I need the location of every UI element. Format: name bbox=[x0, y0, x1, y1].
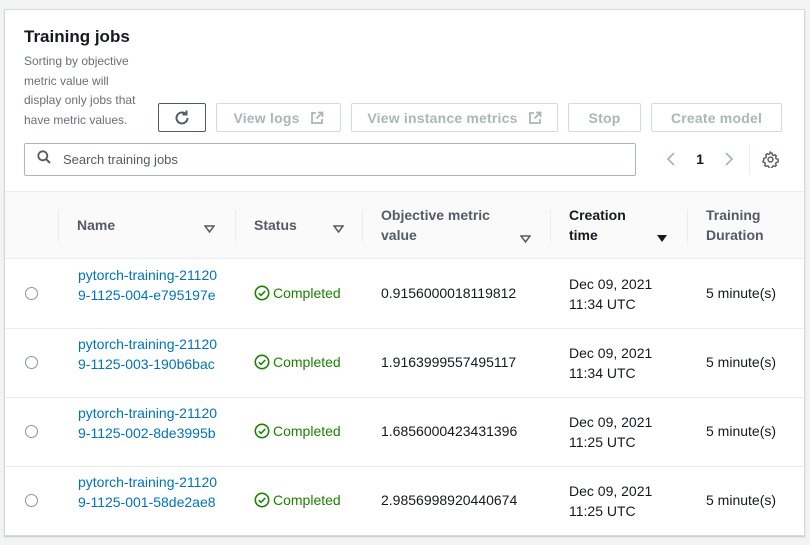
current-page-number[interactable]: 1 bbox=[681, 151, 719, 167]
search-icon bbox=[37, 150, 51, 169]
sort-caret-icon bbox=[332, 218, 345, 238]
previous-page-icon[interactable] bbox=[661, 146, 681, 172]
view-logs-label: View logs bbox=[233, 109, 300, 126]
external-link-icon bbox=[310, 111, 324, 125]
pagination: 1 bbox=[661, 144, 782, 174]
metric-value: 2.9856998920440674 bbox=[381, 492, 518, 508]
column-duration-label: Training Duration bbox=[706, 207, 764, 243]
creation-date-text: Dec 09, 2021 bbox=[569, 483, 653, 499]
creation-date-text: Dec 09, 2021 bbox=[569, 276, 653, 292]
status-badge: Completed bbox=[254, 423, 341, 439]
sort-descending-icon bbox=[656, 228, 668, 248]
view-logs-button[interactable]: View logs bbox=[216, 103, 341, 132]
column-name-label: Name bbox=[77, 217, 116, 233]
creation-time-text: 11:25 UTC bbox=[569, 502, 636, 519]
stop-button[interactable]: Stop bbox=[568, 103, 641, 132]
column-header-duration[interactable]: Training Duration bbox=[687, 192, 804, 258]
row-select-radio[interactable] bbox=[25, 356, 38, 369]
status-badge: Completed bbox=[254, 354, 341, 370]
training-duration: 5 minute(s) bbox=[706, 492, 777, 508]
creation-time-text: 11:34 UTC bbox=[569, 295, 636, 312]
job-name-link[interactable]: pytorch-training-211209-1125-004-e795197… bbox=[78, 266, 218, 305]
check-circle-icon bbox=[254, 354, 270, 370]
refresh-icon bbox=[173, 109, 191, 127]
status-text: Completed bbox=[273, 423, 341, 439]
search-input[interactable] bbox=[61, 151, 605, 168]
check-circle-icon bbox=[254, 285, 270, 301]
column-header-status[interactable]: Status bbox=[235, 192, 362, 258]
training-jobs-panel: Training jobs Sorting by objective metri… bbox=[4, 9, 805, 536]
metric-value: 1.9163999557495117 bbox=[381, 354, 517, 370]
training-duration: 5 minute(s) bbox=[706, 285, 777, 301]
creation-time: Dec 09, 2021 11:34 UTC bbox=[569, 344, 652, 383]
check-circle-icon bbox=[254, 492, 270, 508]
table-row[interactable]: pytorch-training-211209-1125-001-58de2ae… bbox=[5, 467, 804, 535]
table-row[interactable]: pytorch-training-211209-1125-003-190b6ba… bbox=[5, 329, 804, 398]
column-header-name[interactable]: Name bbox=[58, 192, 235, 258]
column-status-label: Status bbox=[254, 217, 297, 233]
table-row[interactable]: pytorch-training-211209-1125-002-8de3995… bbox=[5, 398, 804, 467]
next-page-icon[interactable] bbox=[719, 146, 739, 172]
creation-date-text: Dec 09, 2021 bbox=[569, 414, 653, 430]
row-select-radio[interactable] bbox=[25, 425, 38, 438]
row-select-radio[interactable] bbox=[25, 287, 38, 300]
gear-icon[interactable] bbox=[758, 146, 782, 172]
column-header-creation-time[interactable]: Creation time bbox=[550, 192, 687, 258]
creation-time: Dec 09, 2021 11:34 UTC bbox=[569, 275, 652, 314]
creation-time-text: 11:34 UTC bbox=[569, 364, 636, 381]
check-circle-icon bbox=[254, 423, 270, 439]
column-creation-time-label: Creation time bbox=[569, 207, 626, 243]
view-instance-metrics-label: View instance metrics bbox=[367, 109, 518, 126]
external-link-icon bbox=[528, 111, 542, 125]
status-badge: Completed bbox=[254, 492, 341, 508]
table-row[interactable]: pytorch-training-211209-1125-004-e795197… bbox=[5, 260, 804, 329]
creation-time: Dec 09, 2021 11:25 UTC bbox=[569, 482, 652, 521]
pagination-divider bbox=[749, 144, 750, 174]
creation-time-text: 11:25 UTC bbox=[569, 433, 636, 450]
training-duration: 5 minute(s) bbox=[706, 354, 777, 370]
job-name-link[interactable]: pytorch-training-211209-1125-001-58de2ae… bbox=[78, 473, 218, 512]
status-text: Completed bbox=[273, 492, 341, 508]
create-model-button[interactable]: Create model bbox=[651, 103, 782, 132]
job-name-link[interactable]: pytorch-training-211209-1125-002-8de3995… bbox=[78, 404, 218, 443]
page-title: Training jobs bbox=[24, 27, 130, 46]
status-badge: Completed bbox=[254, 285, 341, 301]
refresh-button[interactable] bbox=[158, 103, 206, 132]
metric-value: 1.6856000423431396 bbox=[381, 423, 518, 439]
view-instance-metrics-button[interactable]: View instance metrics bbox=[351, 103, 558, 132]
column-header-objective-metric[interactable]: Objective metric value bbox=[362, 192, 550, 258]
column-metric-label: Objective metric value bbox=[381, 207, 490, 243]
sort-description: Sorting by objective metric value will d… bbox=[24, 54, 136, 127]
table-header: Name Status Objective metric value Creat… bbox=[5, 191, 804, 259]
job-name-link[interactable]: pytorch-training-211209-1125-003-190b6ba… bbox=[78, 335, 218, 374]
status-text: Completed bbox=[273, 354, 341, 370]
sort-caret-icon bbox=[519, 228, 532, 248]
creation-date-text: Dec 09, 2021 bbox=[569, 345, 653, 361]
row-select-radio[interactable] bbox=[25, 494, 38, 507]
metric-value: 0.9156000018119812 bbox=[381, 285, 517, 301]
search-box bbox=[24, 143, 636, 176]
creation-time: Dec 09, 2021 11:25 UTC bbox=[569, 413, 652, 452]
sort-caret-icon bbox=[203, 218, 216, 238]
training-duration: 5 minute(s) bbox=[706, 423, 777, 439]
status-text: Completed bbox=[273, 285, 341, 301]
